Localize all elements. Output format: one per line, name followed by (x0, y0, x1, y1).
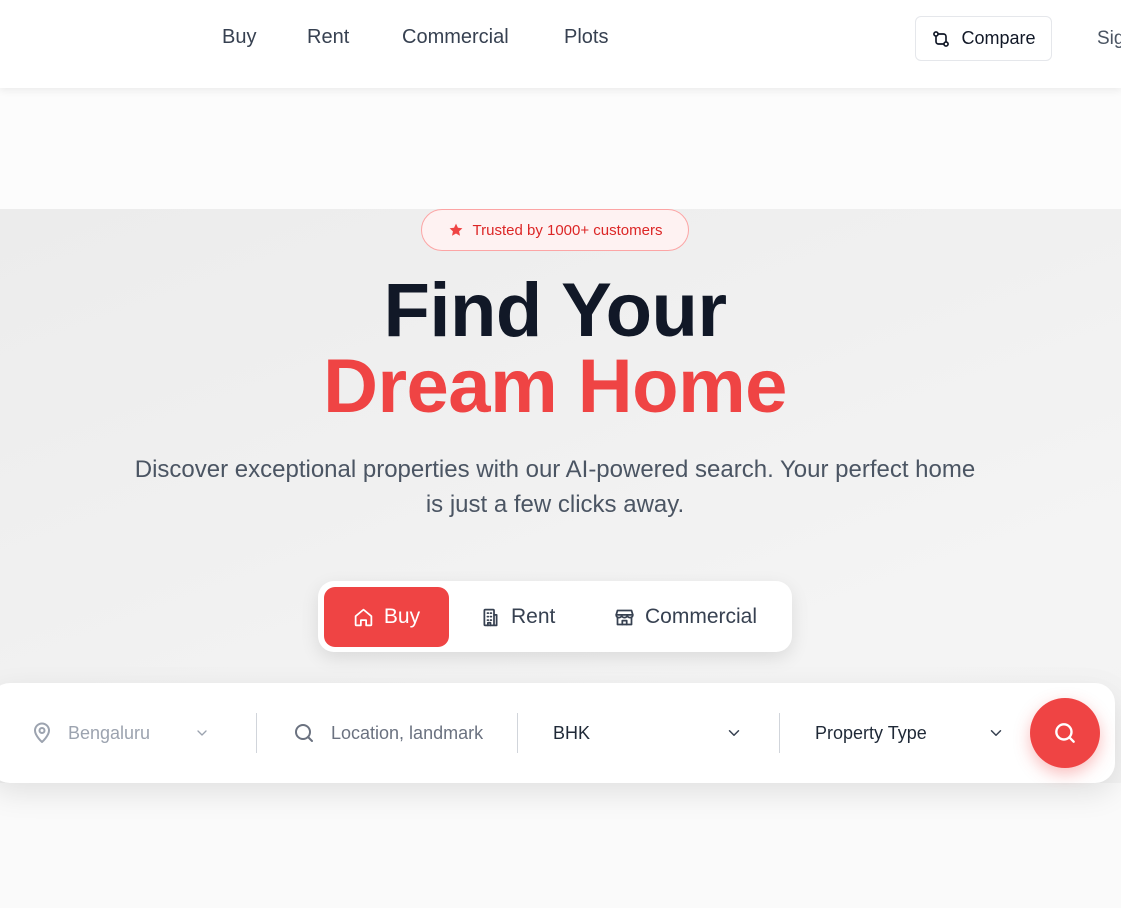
city-select[interactable]: Bengaluru (30, 683, 210, 783)
location-search-input[interactable] (331, 722, 483, 744)
compare-button[interactable]: Compare (915, 16, 1052, 61)
hero-subtitle: Discover exceptional properties with our… (134, 456, 976, 518)
home-icon (354, 608, 373, 626)
map-pin-icon (34, 722, 50, 743)
chevron-down-icon (728, 730, 740, 736)
tab-buy-label: Buy (383, 605, 421, 628)
page: Buy Rent Commercial Plots Compare Sig Tr… (0, 0, 1121, 908)
property-mode-tabs: Buy Rent Commercial (318, 581, 792, 652)
bottom-band (0, 783, 1121, 908)
git-compare-icon (933, 30, 950, 47)
location-search-field[interactable] (292, 683, 488, 783)
nav-link-buy[interactable]: Buy (222, 26, 256, 49)
search-icon (1055, 723, 1075, 743)
trust-badge: Trusted by 1000+ customers (421, 209, 689, 251)
top-band (0, 88, 1121, 209)
property-type-select[interactable]: Property Type (815, 683, 1005, 783)
field-divider (779, 713, 780, 753)
headline-line-2: Dream Home (323, 344, 787, 429)
chevron-down-icon (197, 730, 207, 736)
search-icon (295, 724, 313, 742)
sign-in-link[interactable]: Sig (1097, 28, 1121, 50)
nav-link-rent[interactable]: Rent (307, 26, 349, 49)
tab-commercial-label: Commercial (645, 605, 758, 628)
search-bar: Bengaluru BHK Property Type (0, 683, 1115, 783)
headline-line-1: Find Your (383, 268, 727, 353)
bhk-value: BHK (553, 722, 591, 743)
star-icon (449, 223, 462, 236)
chevron-down-icon (990, 730, 1002, 736)
building-icon (483, 608, 498, 626)
tab-buy[interactable]: Buy (324, 587, 449, 647)
nav-link-commercial[interactable]: Commercial (402, 26, 509, 49)
field-divider (517, 713, 518, 753)
bhk-select[interactable]: BHK (553, 683, 743, 783)
nav-link-plots[interactable]: Plots (564, 26, 608, 49)
compare-label: Compare (961, 28, 1036, 48)
city-value: Bengaluru (68, 722, 151, 743)
tab-rent-label: Rent (511, 605, 556, 628)
trust-badge-label: Trusted by 1000+ customers (472, 221, 663, 239)
tab-commercial[interactable]: Commercial (612, 587, 782, 647)
field-divider (256, 713, 257, 753)
property-type-value: Property Type (815, 722, 927, 743)
top-navbar: Buy Rent Commercial Plots Compare Sig (0, 0, 1121, 88)
tab-rent[interactable]: Rent (478, 587, 578, 647)
search-button[interactable] (1030, 698, 1100, 768)
store-icon (615, 609, 634, 625)
